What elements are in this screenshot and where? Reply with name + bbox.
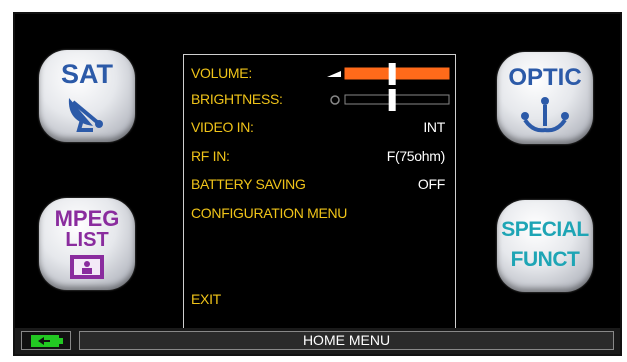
home-menu-title: HOME MENU bbox=[79, 331, 614, 350]
mpeg-label: MPEG bbox=[54, 206, 120, 231]
settings-menu-panel: VOLUME: BRIGHTNESS: VIDEO IN: INT RF IN:… bbox=[183, 54, 456, 333]
list-label: LIST bbox=[65, 229, 109, 251]
optic-label: OPTIC bbox=[508, 64, 582, 91]
battery-charging-icon bbox=[31, 335, 63, 347]
device-screen: SAT OPTIC MPEG LIST SPECIAL FUNCT VOLUME… bbox=[13, 12, 622, 356]
battery-saving-row[interactable]: BATTERY SAVING OFF bbox=[191, 176, 445, 196]
sat-button[interactable]: SAT bbox=[39, 50, 135, 142]
video-in-label: VIDEO IN: bbox=[191, 119, 254, 135]
channel-list-icon bbox=[70, 255, 104, 279]
brightness-label: BRIGHTNESS: bbox=[191, 91, 283, 107]
brightness-slider-handle bbox=[388, 89, 396, 111]
battery-status bbox=[21, 331, 71, 350]
rf-in-label: RF IN: bbox=[191, 148, 230, 164]
optic-button[interactable]: OPTIC bbox=[497, 52, 593, 144]
status-bar: HOME MENU bbox=[15, 328, 620, 354]
battery-saving-value: OFF bbox=[417, 176, 445, 192]
satellite-dish-icon bbox=[68, 98, 103, 132]
rf-in-row[interactable]: RF IN: F(75ohm) bbox=[191, 148, 445, 168]
brightness-icon bbox=[330, 95, 340, 105]
volume-label: VOLUME: bbox=[191, 65, 252, 81]
video-in-value: INT bbox=[423, 119, 445, 135]
configuration-menu-label: CONFIGURATION MENU bbox=[191, 205, 348, 221]
rf-in-value: F(75ohm) bbox=[386, 148, 446, 164]
funct-label: FUNCT bbox=[510, 248, 580, 271]
volume-row[interactable]: VOLUME: bbox=[191, 63, 450, 85]
special-funct-button[interactable]: SPECIAL FUNCT bbox=[497, 200, 593, 292]
optic-fiber-icon bbox=[521, 97, 569, 133]
video-in-row[interactable]: VIDEO IN: INT bbox=[191, 119, 445, 139]
volume-icon bbox=[327, 71, 341, 77]
volume-slider[interactable] bbox=[327, 63, 451, 85]
volume-slider-handle bbox=[388, 63, 396, 85]
mpeg-list-button[interactable]: MPEG LIST bbox=[39, 198, 135, 290]
sat-label: SAT bbox=[61, 59, 113, 89]
exit-label: EXIT bbox=[191, 291, 221, 307]
brightness-slider[interactable] bbox=[327, 89, 451, 111]
brightness-row[interactable]: BRIGHTNESS: bbox=[191, 89, 450, 111]
battery-saving-label: BATTERY SAVING bbox=[191, 176, 306, 192]
special-label: SPECIAL bbox=[501, 218, 589, 241]
configuration-menu-row[interactable]: CONFIGURATION MENU bbox=[191, 205, 445, 225]
exit-row[interactable]: EXIT bbox=[191, 291, 445, 311]
